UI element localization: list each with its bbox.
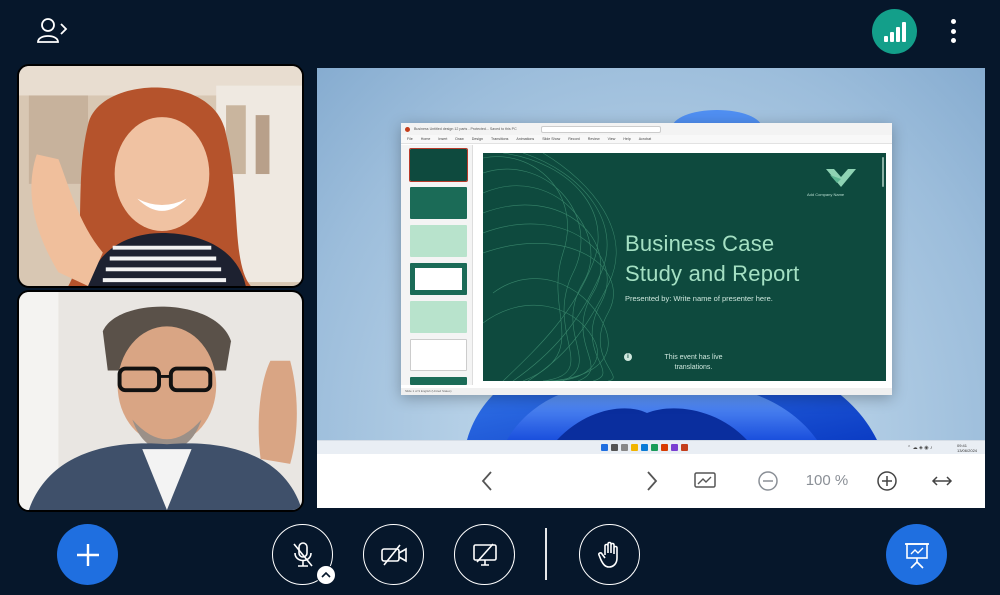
taskbar-app-icons <box>601 444 688 451</box>
search-icon[interactable] <box>611 444 618 451</box>
task-view-icon[interactable] <box>621 444 628 451</box>
slideshow-icon <box>694 472 716 488</box>
microphone-off-icon <box>292 541 313 567</box>
presentation-icon <box>904 542 929 569</box>
chevron-up-icon <box>321 571 331 578</box>
ppt-title-bar: Business Untitled design 12 parts - Prot… <box>401 123 892 135</box>
participant-video <box>19 292 302 510</box>
ppt-tab[interactable]: Design <box>472 137 483 141</box>
ppt-ribbon-tabs: File Home Insert Draw Design Transitions… <box>401 135 892 144</box>
office-icon[interactable] <box>661 444 668 451</box>
slide-thumbnail[interactable] <box>410 377 467 385</box>
start-icon[interactable] <box>601 444 608 451</box>
slide-subtitle: Presented by: Write name of presenter he… <box>625 294 773 303</box>
chevron-right-icon <box>647 471 658 491</box>
ppt-tab[interactable]: File <box>407 137 413 141</box>
slide-scrollbar[interactable] <box>882 157 884 187</box>
slide-thumbnail[interactable] <box>410 339 467 371</box>
slide-thumbnail[interactable] <box>410 187 467 219</box>
company-logo-icon <box>826 169 856 187</box>
microphone-options-button[interactable] <box>316 565 336 585</box>
zoom-level: 100 % <box>805 472 849 489</box>
screenshare-off-icon <box>472 542 497 566</box>
signal-bars-icon <box>883 21 906 42</box>
zoom-in-button[interactable] <box>872 466 902 496</box>
ppt-tab[interactable]: Record <box>568 137 580 141</box>
next-slide-button[interactable] <box>637 466 667 496</box>
powerpoint-logo-icon <box>405 126 410 132</box>
powerpoint-icon[interactable] <box>681 444 688 451</box>
slide-thumbnail[interactable] <box>410 263 467 295</box>
desktop-wallpaper: Business Untitled design 12 parts - Prot… <box>317 68 985 440</box>
ppt-tab[interactable]: Insert <box>438 137 447 141</box>
slide-title-line-1: Business Case <box>625 231 775 256</box>
more-options-button[interactable] <box>944 17 962 45</box>
ppt-tab[interactable]: Animations <box>516 137 534 141</box>
teams-icon[interactable] <box>671 444 678 451</box>
ppt-tab[interactable]: Review <box>588 137 600 141</box>
participants-toggle-button[interactable] <box>36 16 72 44</box>
zoom-out-button[interactable] <box>753 466 783 496</box>
powerpoint-window[interactable]: Business Untitled design 12 parts - Prot… <box>401 123 892 395</box>
ppt-window-title: Business Untitled design 12 parts - Prot… <box>414 127 517 131</box>
participant-video <box>19 66 302 286</box>
chevron-left-icon <box>481 471 492 491</box>
presentation-button[interactable] <box>886 524 947 585</box>
slide-thumbnail[interactable] <box>409 148 468 182</box>
clock-date: 13/06/2024 <box>957 448 978 453</box>
fit-width-button[interactable] <box>927 466 957 496</box>
screenshare-toggle-button[interactable] <box>454 524 515 585</box>
slide-note: This event has live translations. <box>664 354 723 371</box>
add-button[interactable] <box>57 524 118 585</box>
connection-status-button[interactable] <box>872 9 917 54</box>
previous-slide-button[interactable] <box>472 466 502 496</box>
ppt-current-slide: Add Company Name Business Case Study and… <box>483 153 886 381</box>
store-icon[interactable] <box>651 444 658 451</box>
minus-circle-icon <box>758 471 778 491</box>
folder-icon[interactable] <box>631 444 638 451</box>
ppt-tab[interactable]: Acrobat <box>639 137 651 141</box>
ppt-tab[interactable]: Draw <box>455 137 463 141</box>
ppt-tab[interactable]: View <box>608 137 616 141</box>
shared-screen: Business Untitled design 12 parts - Prot… <box>317 68 985 508</box>
windows-taskbar: ⌃ ☁ ◈ ◉ ♪ 09:41 13/06/2024 <box>317 440 985 454</box>
raise-hand-button[interactable] <box>579 524 640 585</box>
kebab-menu-icon <box>950 19 956 24</box>
video-tile-participant-2[interactable] <box>17 290 304 512</box>
controls-divider <box>545 528 547 580</box>
edge-icon[interactable] <box>641 444 648 451</box>
plus-icon <box>76 543 99 566</box>
user-chevron-icon <box>37 18 68 43</box>
camera-off-icon <box>380 544 407 565</box>
taskbar-clock[interactable]: 09:41 13/06/2024 <box>957 443 977 453</box>
ppt-tab[interactable]: Help <box>623 137 630 141</box>
system-tray-icons[interactable]: ⌃ ☁ ◈ ◉ ♪ <box>907 445 932 451</box>
info-icon: i <box>624 353 632 361</box>
video-tile-participant-1[interactable] <box>17 64 304 288</box>
camera-toggle-button[interactable] <box>363 524 424 585</box>
plus-circle-icon <box>877 471 897 491</box>
ppt-tab[interactable]: Transitions <box>491 137 508 141</box>
slide-thumbnail[interactable] <box>410 301 467 333</box>
ppt-search-box[interactable] <box>540 125 661 133</box>
hand-icon <box>597 541 618 568</box>
fit-width-icon <box>931 476 953 486</box>
slide-title-line-2: Study and Report <box>625 261 800 286</box>
presentation-toolbar: 100 % <box>317 454 985 508</box>
slide-company-name: Add Company Name <box>807 192 845 197</box>
ppt-tab[interactable]: Slide Show <box>542 137 560 141</box>
ppt-slide-thumbnails <box>401 145 473 385</box>
slide-thumbnail[interactable] <box>410 225 467 257</box>
ppt-tab[interactable]: Home <box>421 137 431 141</box>
slide-overview-button[interactable] <box>690 466 720 496</box>
ppt-status-bar: Slide 1 of 9 English (United States) <box>401 388 892 395</box>
